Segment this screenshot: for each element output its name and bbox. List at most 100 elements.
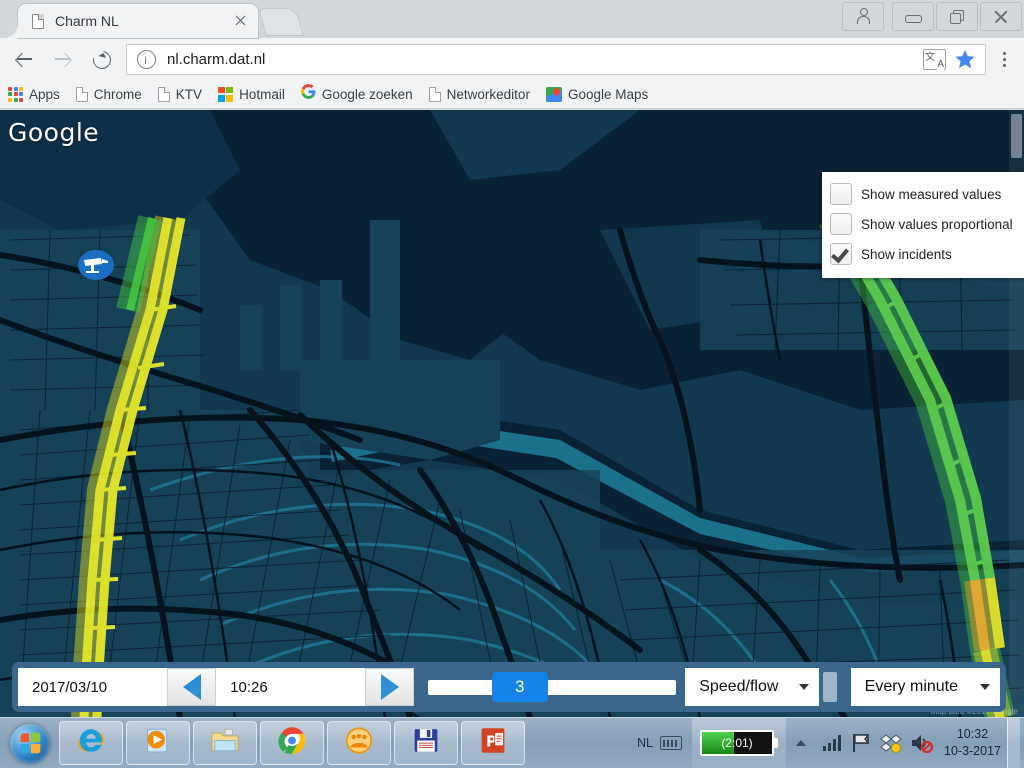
- metric-select-label: Speed/flow: [699, 678, 779, 695]
- person-icon: [857, 8, 870, 24]
- start-button[interactable]: [4, 720, 56, 766]
- powerpoint-icon: P: [480, 727, 507, 760]
- tab-strip: Charm NL: [0, 0, 1024, 38]
- bookmark-chrome[interactable]: Chrome: [75, 86, 142, 102]
- minimize-button[interactable]: [892, 2, 934, 31]
- close-icon[interactable]: [228, 8, 254, 34]
- collapse-handle[interactable]: [822, 672, 837, 702]
- bookmark-label: KTV: [175, 86, 203, 102]
- web-page-content: Google Map data ©2017 Google Show measur…: [0, 110, 1024, 718]
- bookmark-google-maps[interactable]: Google Maps: [545, 86, 649, 102]
- tab-charm-nl[interactable]: Charm NL: [4, 4, 258, 38]
- dropbox-icon[interactable]: [879, 731, 903, 755]
- restore-icon: [950, 10, 964, 24]
- taskbar-save-app[interactable]: [394, 721, 458, 765]
- slider-thumb[interactable]: 3: [491, 672, 548, 702]
- address-bar[interactable]: nl.charm.dat.nl: [126, 43, 986, 75]
- microsoft-logo-icon: [218, 86, 234, 102]
- close-icon: [993, 16, 1009, 18]
- option-label: Show incidents: [861, 246, 952, 262]
- battery-text: (2:01): [721, 736, 753, 750]
- page-icon: [428, 86, 441, 102]
- bookmark-ktv[interactable]: KTV: [157, 86, 203, 102]
- bookmark-hotmail[interactable]: Hotmail: [218, 86, 285, 102]
- interval-select-label: Every minute: [864, 678, 959, 695]
- option-show-values-proportional[interactable]: Show values proportional: [830, 210, 1024, 238]
- back-button[interactable]: [6, 40, 44, 78]
- close-window-button[interactable]: [980, 2, 1022, 31]
- option-label: Show values proportional: [861, 216, 1013, 232]
- checkbox-show-measured-values[interactable]: [830, 183, 852, 205]
- taskbar-media-player[interactable]: [126, 721, 190, 765]
- forward-arrow-icon: [55, 53, 70, 65]
- taskbar-clock[interactable]: 10:32 10-3-2017: [944, 726, 1001, 760]
- bookmark-apps[interactable]: Apps: [8, 86, 60, 102]
- option-label: Show measured values: [861, 186, 1002, 202]
- profile-button[interactable]: [842, 2, 884, 31]
- minimize-icon: [905, 15, 922, 23]
- option-show-incidents[interactable]: Show incidents: [830, 240, 1024, 268]
- media-player-icon: [144, 727, 172, 760]
- translate-icon[interactable]: [923, 48, 946, 70]
- network-bars-icon[interactable]: [819, 731, 843, 755]
- slider-track: [428, 680, 677, 695]
- teamviewer-icon: [345, 727, 373, 760]
- checkbox-show-incidents[interactable]: [830, 243, 852, 265]
- checkbox-show-values-proportional[interactable]: [830, 213, 852, 235]
- site-info-icon[interactable]: [137, 49, 156, 69]
- next-step-button[interactable]: [365, 668, 415, 706]
- taskbar-internet-explorer[interactable]: [59, 721, 123, 765]
- metric-select[interactable]: Speed/flow: [685, 668, 819, 706]
- bookmark-networkeditor[interactable]: Networkeditor: [428, 86, 530, 102]
- battery-icon: (2:01): [700, 730, 774, 756]
- previous-step-button[interactable]: [167, 668, 217, 706]
- chevron-up-icon[interactable]: [789, 731, 813, 755]
- taskbar-teamviewer[interactable]: [327, 721, 391, 765]
- page-icon: [157, 86, 170, 102]
- next-triangle-icon: [380, 674, 399, 700]
- star-icon[interactable]: [954, 48, 976, 70]
- incident-marker[interactable]: [78, 250, 114, 280]
- volume-muted-icon[interactable]: [909, 731, 934, 755]
- taskbar-google-chrome[interactable]: [260, 721, 324, 765]
- battery-indicator[interactable]: (2:01): [692, 718, 786, 768]
- apps-grid-icon: [8, 86, 23, 102]
- bookmark-label: Google zoeken: [321, 86, 413, 102]
- speed-slider[interactable]: 3: [428, 668, 677, 706]
- option-show-measured-values[interactable]: Show measured values: [830, 180, 1024, 208]
- reload-button[interactable]: [82, 40, 120, 78]
- url-text: nl.charm.dat.nl: [167, 50, 266, 68]
- page-icon: [75, 86, 88, 102]
- system-tray: NL (2:01) 10:32 10-3-2017: [637, 718, 1024, 768]
- three-dots-menu-icon[interactable]: [992, 40, 1018, 78]
- time-input[interactable]: 10:26: [216, 668, 366, 706]
- back-arrow-icon: [17, 53, 32, 65]
- google-maps-icon: [545, 86, 562, 102]
- language-indicator[interactable]: NL: [637, 736, 653, 750]
- map-options-panel: Show measured values Show values proport…: [822, 172, 1024, 278]
- reload-icon: [89, 47, 115, 73]
- time-control-bar: 2017/03/10 10:26 3 Speed/flow Every minu…: [12, 662, 1006, 712]
- taskbar-powerpoint[interactable]: P: [461, 721, 525, 765]
- flag-icon[interactable]: [849, 731, 873, 755]
- bookmark-label: Google Maps: [567, 86, 649, 102]
- forward-button[interactable]: [44, 40, 82, 78]
- taskbar-file-explorer[interactable]: [193, 721, 257, 765]
- keyboard-icon[interactable]: [660, 736, 682, 750]
- interval-select[interactable]: Every minute: [850, 668, 1000, 706]
- floppy-disk-icon: [412, 727, 440, 760]
- folder-icon: [210, 728, 240, 759]
- page-icon: [32, 13, 46, 29]
- google-g-icon: [300, 84, 316, 104]
- windows-flag-icon: [20, 732, 41, 754]
- bookmark-label: Hotmail: [239, 86, 285, 102]
- restore-button[interactable]: [936, 2, 978, 31]
- show-desktop-button[interactable]: [1007, 718, 1020, 768]
- chevron-down-icon: [980, 684, 990, 690]
- google-logo: Google: [8, 118, 100, 147]
- bookmark-google-zoeken[interactable]: Google zoeken: [300, 84, 413, 104]
- new-tab-button[interactable]: [257, 8, 305, 36]
- windows-taskbar: P NL (2:01) 10:32 10-3-2017: [0, 717, 1024, 768]
- date-input[interactable]: 2017/03/10: [18, 668, 168, 706]
- scrollbar-thumb[interactable]: [1011, 114, 1022, 158]
